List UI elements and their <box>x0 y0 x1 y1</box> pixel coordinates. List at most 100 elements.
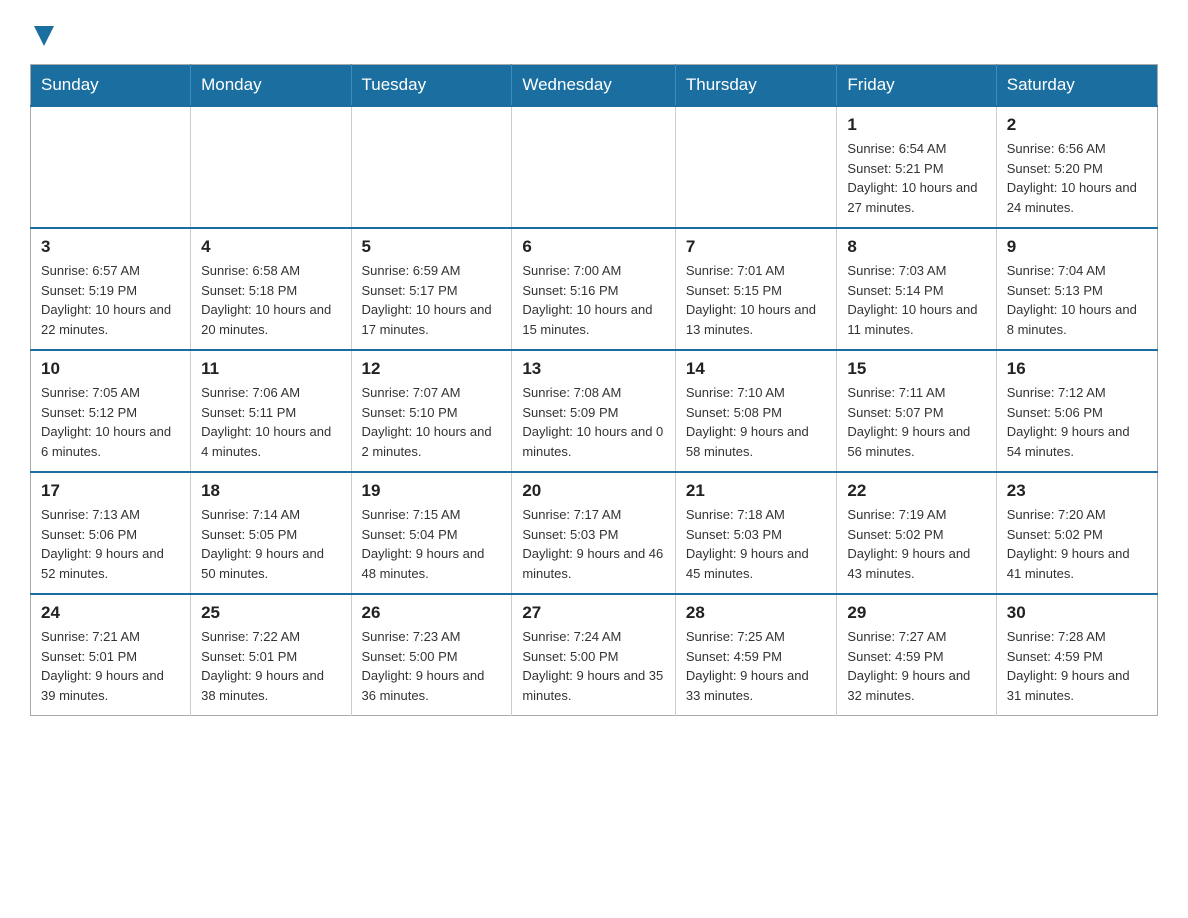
day-info: Sunrise: 6:57 AMSunset: 5:19 PMDaylight:… <box>41 261 180 339</box>
calendar-cell: 4 Sunrise: 6:58 AMSunset: 5:18 PMDaylight… <box>191 228 351 350</box>
day-number: 25 <box>201 603 340 623</box>
day-info: Sunrise: 7:08 AMSunset: 5:09 PMDaylight:… <box>522 383 665 461</box>
day-number: 18 <box>201 481 340 501</box>
calendar-cell: 12Sunrise: 7:07 AMSunset: 5:10 PMDayligh… <box>351 350 512 472</box>
calendar-week-row: 17 Sunrise: 7:13 AMSunset: 5:06 PMDayligh… <box>31 472 1158 594</box>
day-info: Sunrise: 7:00 AMSunset: 5:16 PMDaylight:… <box>522 261 665 339</box>
calendar-cell: 25 Sunrise: 7:22 AMSunset: 5:01 PMDayligh… <box>191 594 351 716</box>
day-number: 14 <box>686 359 827 379</box>
logo-triangle-icon <box>34 26 54 46</box>
calendar-cell: 21 Sunrise: 7:18 AMSunset: 5:03 PMDayligh… <box>675 472 837 594</box>
day-number: 9 <box>1007 237 1147 257</box>
calendar-cell: 20 Sunrise: 7:17 AMSunset: 5:03 PMDayligh… <box>512 472 676 594</box>
calendar-cell <box>191 106 351 228</box>
day-info: Sunrise: 7:01 AMSunset: 5:15 PMDaylight:… <box>686 261 827 339</box>
calendar-cell: 29 Sunrise: 7:27 AMSunset: 4:59 PMDayligh… <box>837 594 996 716</box>
day-number: 2 <box>1007 115 1147 135</box>
calendar-cell: 14Sunrise: 7:10 AMSunset: 5:08 PMDayligh… <box>675 350 837 472</box>
day-info: Sunrise: 7:28 AMSunset: 4:59 PMDaylight:… <box>1007 627 1147 705</box>
weekday-header-friday: Friday <box>837 65 996 107</box>
calendar-cell: 6 Sunrise: 7:00 AMSunset: 5:16 PMDaylight… <box>512 228 676 350</box>
calendar-cell: 27 Sunrise: 7:24 AMSunset: 5:00 PMDayligh… <box>512 594 676 716</box>
day-number: 21 <box>686 481 827 501</box>
day-number: 20 <box>522 481 665 501</box>
calendar-cell: 9 Sunrise: 7:04 AMSunset: 5:13 PMDaylight… <box>996 228 1157 350</box>
calendar-week-row: 1 Sunrise: 6:54 AMSunset: 5:21 PMDaylight… <box>31 106 1158 228</box>
day-info: Sunrise: 7:06 AMSunset: 5:11 PMDaylight:… <box>201 383 340 461</box>
day-number: 24 <box>41 603 180 623</box>
calendar-cell: 19 Sunrise: 7:15 AMSunset: 5:04 PMDayligh… <box>351 472 512 594</box>
calendar-cell: 28Sunrise: 7:25 AMSunset: 4:59 PMDayligh… <box>675 594 837 716</box>
calendar-cell: 18 Sunrise: 7:14 AMSunset: 5:05 PMDayligh… <box>191 472 351 594</box>
day-number: 26 <box>362 603 502 623</box>
day-info: Sunrise: 7:19 AMSunset: 5:02 PMDaylight:… <box>847 505 985 583</box>
calendar-cell: 10 Sunrise: 7:05 AMSunset: 5:12 PMDayligh… <box>31 350 191 472</box>
day-info: Sunrise: 7:23 AMSunset: 5:00 PMDaylight:… <box>362 627 502 705</box>
day-info: Sunrise: 7:11 AMSunset: 5:07 PMDaylight:… <box>847 383 985 461</box>
calendar-cell: 11 Sunrise: 7:06 AMSunset: 5:11 PMDayligh… <box>191 350 351 472</box>
weekday-header-saturday: Saturday <box>996 65 1157 107</box>
day-info: Sunrise: 7:18 AMSunset: 5:03 PMDaylight:… <box>686 505 827 583</box>
day-number: 10 <box>41 359 180 379</box>
day-number: 1 <box>847 115 985 135</box>
day-number: 7 <box>686 237 827 257</box>
day-number: 8 <box>847 237 985 257</box>
day-info: Sunrise: 7:15 AMSunset: 5:04 PMDaylight:… <box>362 505 502 583</box>
day-info: Sunrise: 7:21 AMSunset: 5:01 PMDaylight:… <box>41 627 180 705</box>
day-number: 27 <box>522 603 665 623</box>
day-number: 17 <box>41 481 180 501</box>
calendar-cell: 1 Sunrise: 6:54 AMSunset: 5:21 PMDaylight… <box>837 106 996 228</box>
day-number: 29 <box>847 603 985 623</box>
day-info: Sunrise: 6:54 AMSunset: 5:21 PMDaylight:… <box>847 139 985 217</box>
calendar-cell <box>31 106 191 228</box>
day-number: 11 <box>201 359 340 379</box>
weekday-header-wednesday: Wednesday <box>512 65 676 107</box>
calendar-week-row: 10 Sunrise: 7:05 AMSunset: 5:12 PMDayligh… <box>31 350 1158 472</box>
day-info: Sunrise: 7:07 AMSunset: 5:10 PMDaylight:… <box>362 383 502 461</box>
day-number: 6 <box>522 237 665 257</box>
day-info: Sunrise: 7:03 AMSunset: 5:14 PMDaylight:… <box>847 261 985 339</box>
day-info: Sunrise: 7:14 AMSunset: 5:05 PMDaylight:… <box>201 505 340 583</box>
calendar-cell: 16Sunrise: 7:12 AMSunset: 5:06 PMDayligh… <box>996 350 1157 472</box>
calendar-cell: 13 Sunrise: 7:08 AMSunset: 5:09 PMDayligh… <box>512 350 676 472</box>
day-number: 4 <box>201 237 340 257</box>
calendar-cell: 24 Sunrise: 7:21 AMSunset: 5:01 PMDayligh… <box>31 594 191 716</box>
day-info: Sunrise: 7:20 AMSunset: 5:02 PMDaylight:… <box>1007 505 1147 583</box>
weekday-header-monday: Monday <box>191 65 351 107</box>
day-info: Sunrise: 7:17 AMSunset: 5:03 PMDaylight:… <box>522 505 665 583</box>
day-number: 30 <box>1007 603 1147 623</box>
day-number: 13 <box>522 359 665 379</box>
page-header <box>30 20 1158 46</box>
day-info: Sunrise: 7:27 AMSunset: 4:59 PMDaylight:… <box>847 627 985 705</box>
day-info: Sunrise: 7:05 AMSunset: 5:12 PMDaylight:… <box>41 383 180 461</box>
calendar-cell: 3 Sunrise: 6:57 AMSunset: 5:19 PMDaylight… <box>31 228 191 350</box>
calendar-cell: 5 Sunrise: 6:59 AMSunset: 5:17 PMDaylight… <box>351 228 512 350</box>
calendar-cell <box>675 106 837 228</box>
calendar-cell: 30 Sunrise: 7:28 AMSunset: 4:59 PMDayligh… <box>996 594 1157 716</box>
day-number: 5 <box>362 237 502 257</box>
calendar-cell: 8 Sunrise: 7:03 AMSunset: 5:14 PMDaylight… <box>837 228 996 350</box>
day-info: Sunrise: 7:04 AMSunset: 5:13 PMDaylight:… <box>1007 261 1147 339</box>
weekday-header-sunday: Sunday <box>31 65 191 107</box>
day-info: Sunrise: 7:12 AMSunset: 5:06 PMDaylight:… <box>1007 383 1147 461</box>
day-info: Sunrise: 6:59 AMSunset: 5:17 PMDaylight:… <box>362 261 502 339</box>
day-number: 3 <box>41 237 180 257</box>
weekday-header-tuesday: Tuesday <box>351 65 512 107</box>
day-number: 19 <box>362 481 502 501</box>
day-info: Sunrise: 7:25 AMSunset: 4:59 PMDaylight:… <box>686 627 827 705</box>
day-number: 15 <box>847 359 985 379</box>
calendar-cell: 15 Sunrise: 7:11 AMSunset: 5:07 PMDayligh… <box>837 350 996 472</box>
calendar-week-row: 24 Sunrise: 7:21 AMSunset: 5:01 PMDayligh… <box>31 594 1158 716</box>
calendar-cell: 23 Sunrise: 7:20 AMSunset: 5:02 PMDayligh… <box>996 472 1157 594</box>
day-info: Sunrise: 6:58 AMSunset: 5:18 PMDaylight:… <box>201 261 340 339</box>
day-number: 23 <box>1007 481 1147 501</box>
day-info: Sunrise: 7:24 AMSunset: 5:00 PMDaylight:… <box>522 627 665 705</box>
day-info: Sunrise: 7:13 AMSunset: 5:06 PMDaylight:… <box>41 505 180 583</box>
calendar-cell: 2Sunrise: 6:56 AMSunset: 5:20 PMDaylight… <box>996 106 1157 228</box>
calendar-cell: 7 Sunrise: 7:01 AMSunset: 5:15 PMDaylight… <box>675 228 837 350</box>
calendar-cell: 22Sunrise: 7:19 AMSunset: 5:02 PMDayligh… <box>837 472 996 594</box>
logo <box>30 20 54 46</box>
calendar-cell: 17 Sunrise: 7:13 AMSunset: 5:06 PMDayligh… <box>31 472 191 594</box>
day-info: Sunrise: 7:22 AMSunset: 5:01 PMDaylight:… <box>201 627 340 705</box>
calendar-cell <box>351 106 512 228</box>
